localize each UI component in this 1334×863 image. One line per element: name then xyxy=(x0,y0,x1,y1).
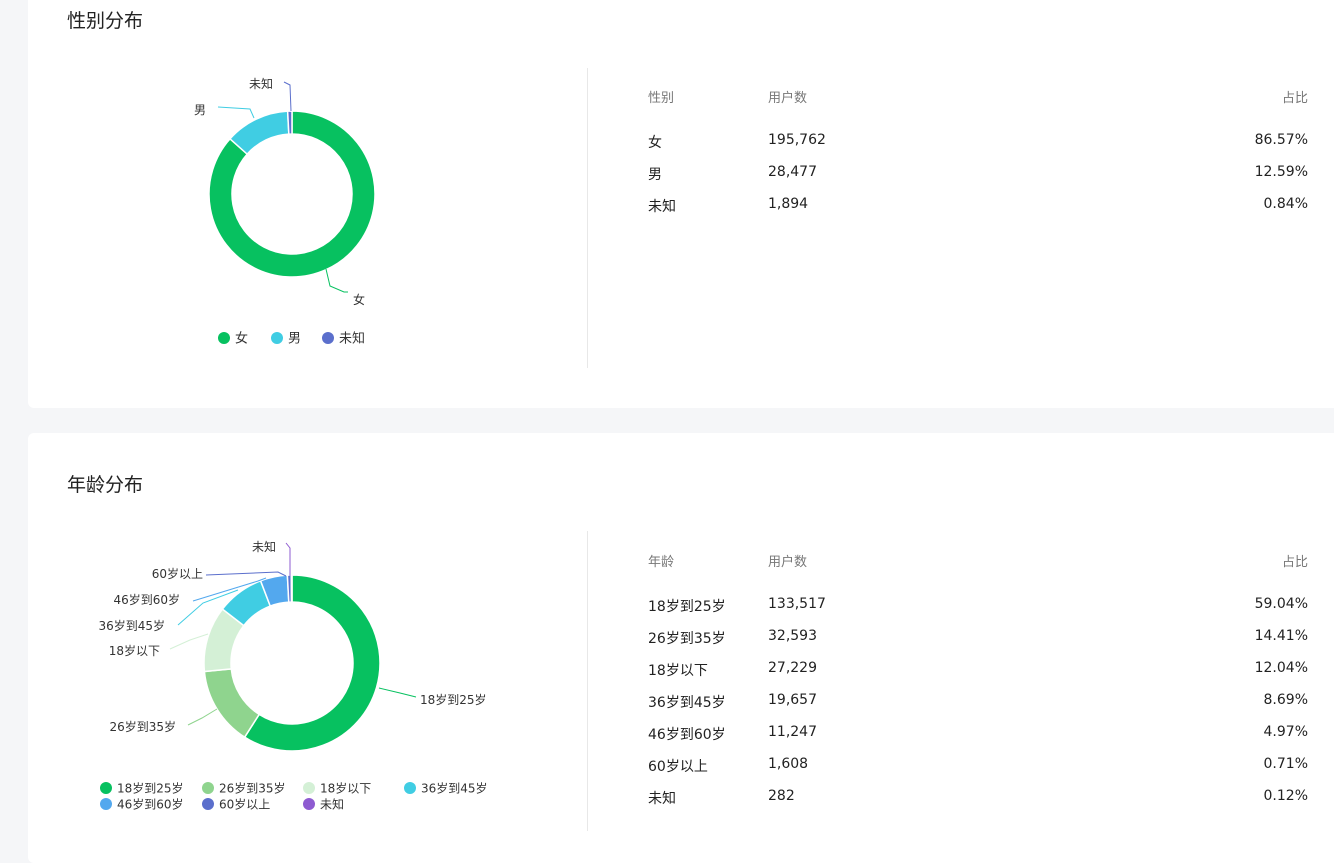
legend-label-0[interactable]: 女 xyxy=(235,331,248,347)
row-label: 36岁到45岁 xyxy=(648,695,726,711)
legend-label-6[interactable]: 未知 xyxy=(320,798,344,812)
row-count: 28,477 xyxy=(768,164,817,180)
slice-label-5: 60岁以上 xyxy=(152,566,203,581)
gender-divider xyxy=(587,68,588,368)
row-count: 133,517 xyxy=(768,596,826,612)
label-line-1 xyxy=(217,106,255,119)
gender-table-header: 性别 用户数 占比 xyxy=(648,87,1308,107)
donut-slice-1[interactable] xyxy=(203,668,261,739)
legend-marker-1[interactable] xyxy=(202,782,214,794)
row-count: 1,894 xyxy=(768,196,809,212)
donut-slice-2[interactable] xyxy=(286,110,293,135)
slice-label-2: 未知 xyxy=(249,77,273,91)
age-table-header: 年龄 用户数 占比 xyxy=(648,551,1308,571)
slice-label-0: 18岁到25岁 xyxy=(420,692,487,707)
row-label: 60岁以上 xyxy=(648,759,708,775)
row-count: 27,229 xyxy=(768,660,817,676)
row-pct: 12.04% xyxy=(1254,660,1308,676)
label-line-2 xyxy=(169,633,209,650)
table-row: 女 195,762 86.57% xyxy=(648,132,1308,152)
row-label: 男 xyxy=(648,167,662,183)
table-row: 18岁到25岁 133,517 59.04% xyxy=(648,596,1308,616)
table-row: 26岁到35岁 32,593 14.41% xyxy=(648,628,1308,648)
row-pct: 4.97% xyxy=(1263,724,1308,740)
row-count: 282 xyxy=(768,788,795,804)
age-donut-chart: 18岁到25岁26岁到35岁18岁以下36岁到45岁46岁到60岁60岁以上未知… xyxy=(98,540,488,812)
row-label: 18岁以下 xyxy=(648,663,708,679)
donut-slice-6[interactable] xyxy=(290,574,293,603)
label-line-6 xyxy=(285,542,291,576)
header-count: 用户数 xyxy=(768,91,808,106)
row-pct: 86.57% xyxy=(1254,132,1308,148)
table-row: 未知 1,894 0.84% xyxy=(648,196,1308,216)
row-count: 195,762 xyxy=(768,132,826,148)
legend-marker-2[interactable] xyxy=(322,332,334,344)
table-row: 未知 282 0.12% xyxy=(648,788,1308,808)
row-pct: 12.59% xyxy=(1254,164,1308,180)
row-label: 女 xyxy=(648,135,662,151)
table-row: 18岁以下 27,229 12.04% xyxy=(648,660,1308,680)
row-count: 1,608 xyxy=(768,756,809,772)
gender-donut-chart: 女男未知女男未知 xyxy=(194,77,376,347)
row-label: 未知 xyxy=(648,199,676,215)
table-row: 36岁到45岁 19,657 8.69% xyxy=(648,692,1308,712)
legend-marker-4[interactable] xyxy=(100,798,112,810)
row-label: 46岁到60岁 xyxy=(648,727,726,743)
legend-marker-1[interactable] xyxy=(271,332,283,344)
legend-label-5[interactable]: 60岁以上 xyxy=(219,797,270,812)
legend-label-1[interactable]: 男 xyxy=(288,332,301,347)
slice-label-1: 男 xyxy=(194,103,206,117)
header-pct: 占比 xyxy=(1281,555,1308,570)
legend-label-2[interactable]: 18岁以下 xyxy=(320,781,371,796)
header-count: 用户数 xyxy=(768,555,808,570)
legend-label-0[interactable]: 18岁到25岁 xyxy=(117,781,184,796)
legend-label-3[interactable]: 36岁到45岁 xyxy=(421,781,488,796)
legend-label-2[interactable]: 未知 xyxy=(339,331,365,347)
legend-marker-0[interactable] xyxy=(218,332,230,344)
slice-label-0: 女 xyxy=(353,292,365,307)
age-card: 年龄分布 18岁到25岁 26岁到35岁 18岁以下 36岁到45岁 46岁到60岁 60… xyxy=(28,433,1334,863)
row-label: 未知 xyxy=(648,791,676,807)
row-pct: 0.71% xyxy=(1263,756,1308,772)
label-line-5 xyxy=(205,571,287,577)
age-divider xyxy=(587,531,588,831)
row-count: 19,657 xyxy=(768,692,817,708)
label-line-1 xyxy=(187,708,218,726)
legend-label-4[interactable]: 46岁到60岁 xyxy=(117,797,184,812)
gender-card: 性别分布 女男未知女男未知 性别 用户数 占比 女 195,762 86.57% 男 2… xyxy=(28,0,1334,408)
table-row: 46岁到60岁 11,247 4.97% xyxy=(648,724,1308,744)
row-pct: 0.84% xyxy=(1263,196,1308,212)
row-pct: 8.69% xyxy=(1263,692,1308,708)
donut-slice-1[interactable] xyxy=(228,110,290,156)
slice-label-1: 26岁到35岁 xyxy=(109,719,176,734)
slice-label-4: 46岁到60岁 xyxy=(113,592,180,607)
table-row: 男 28,477 12.59% xyxy=(648,164,1308,184)
header-age: 年龄 xyxy=(648,555,675,570)
label-line-0 xyxy=(378,687,417,698)
row-pct: 59.04% xyxy=(1254,596,1308,612)
label-line-0 xyxy=(325,268,348,293)
legend-marker-6[interactable] xyxy=(303,798,315,810)
header-gender: 性别 xyxy=(648,91,675,106)
label-line-2 xyxy=(283,81,292,112)
table-row: 60岁以上 1,608 0.71% xyxy=(648,756,1308,776)
row-pct: 0.12% xyxy=(1263,788,1308,804)
row-label: 18岁到25岁 xyxy=(648,599,726,615)
row-pct: 14.41% xyxy=(1254,628,1308,644)
legend-marker-5[interactable] xyxy=(202,798,214,810)
row-count: 32,593 xyxy=(768,628,817,644)
legend-marker-0[interactable] xyxy=(100,782,112,794)
slice-label-6: 未知 xyxy=(252,540,276,554)
slice-label-2: 18岁以下 xyxy=(109,643,160,658)
legend-label-1[interactable]: 26岁到35岁 xyxy=(219,781,286,796)
legend-marker-2[interactable] xyxy=(303,782,315,794)
slice-label-3: 36岁到45岁 xyxy=(98,618,165,633)
row-count: 11,247 xyxy=(768,724,817,740)
legend-marker-3[interactable] xyxy=(404,782,416,794)
row-label: 26岁到35岁 xyxy=(648,631,726,647)
header-pct: 占比 xyxy=(1281,91,1308,106)
